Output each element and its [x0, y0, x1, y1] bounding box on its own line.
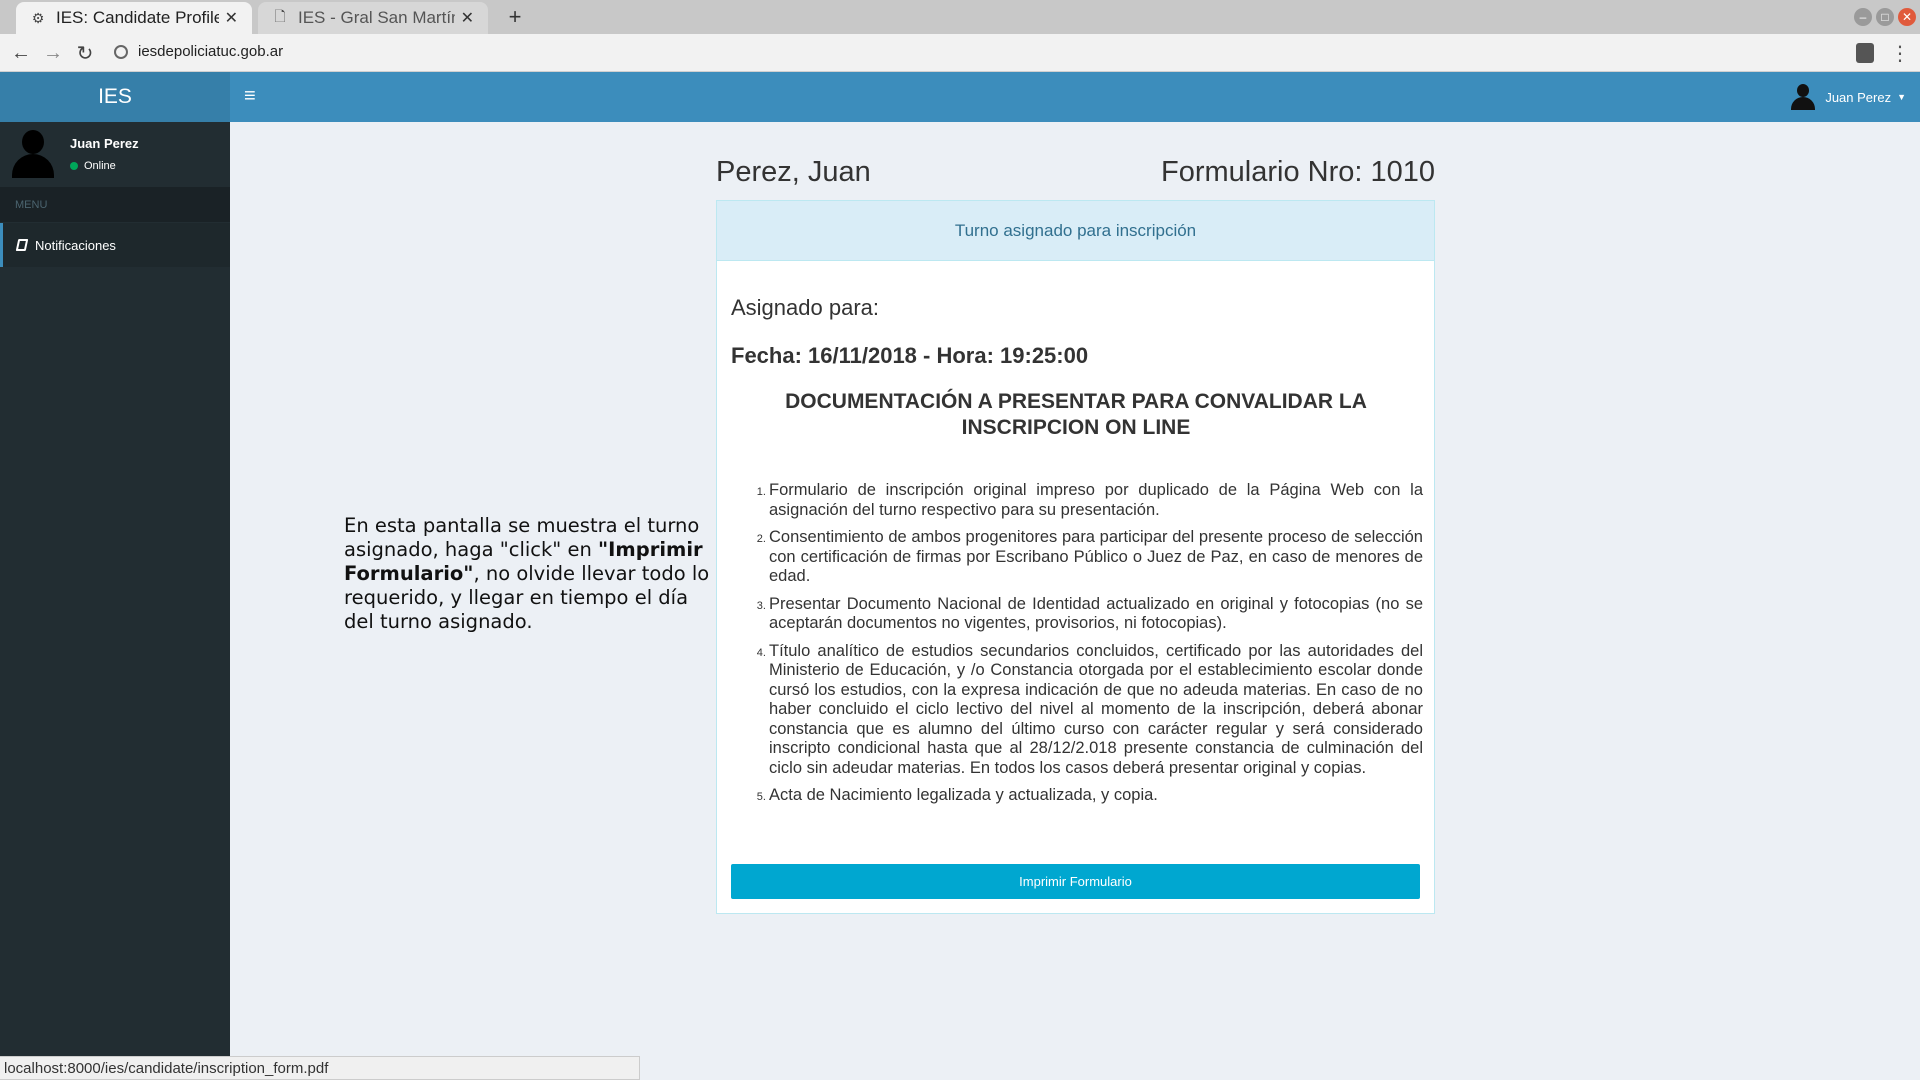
sidebar-item-notificaciones[interactable]: Notificaciones — [0, 223, 230, 267]
status-bar-url: localhost:8000/ies/candidate/inscription… — [0, 1056, 640, 1080]
book-icon — [15, 239, 29, 251]
list-item: Título analítico de estudios secundarios… — [769, 642, 1423, 779]
site-favicon-icon: ⚙ — [31, 9, 45, 26]
extension-icon[interactable] — [1856, 43, 1874, 63]
assigned-label: Asignado para: — [731, 295, 879, 320]
sidebar-user-name: Juan Perez — [70, 136, 139, 151]
list-item: Presentar Documento Nacional de Identida… — [769, 595, 1423, 634]
online-status-icon — [70, 162, 78, 170]
form-number: Formulario Nro: 1010 — [1161, 156, 1435, 188]
browser-tab-active[interactable]: ⚙ IES: Candidate Profile ✕ — [16, 2, 252, 34]
appointment-panel: Turno asignado para inscripción Asignado… — [716, 200, 1435, 914]
minimize-window-button[interactable]: – — [1854, 8, 1872, 26]
tutorial-annotation: En esta pantalla se muestra el turno asi… — [344, 514, 710, 634]
requirements-list: Formulario de inscripción original impre… — [769, 481, 1423, 814]
reload-button[interactable]: ↻ — [72, 40, 98, 66]
status-text: Online — [84, 160, 116, 172]
tab-title: IES: Candidate Profile — [56, 8, 219, 27]
tab-title: IES - Gral San Martín - Po — [298, 8, 455, 27]
tab-close-icon[interactable]: ✕ — [461, 8, 474, 28]
sidebar-item-label: Notificaciones — [35, 237, 116, 253]
maximize-window-button[interactable]: □ — [1876, 8, 1894, 26]
browser-tab-bar: ⚙ IES: Candidate Profile ✕ 🗋 IES - Gral … — [0, 0, 1920, 34]
list-item: Formulario de inscripción original impre… — [769, 481, 1423, 520]
document-favicon-icon: 🗋 — [274, 8, 286, 24]
user-status: Online — [70, 160, 116, 172]
caret-down-icon: ▼ — [1897, 92, 1906, 102]
sidebar-user-panel: Juan Perez Online — [0, 122, 230, 187]
close-window-button[interactable]: ✕ — [1898, 8, 1916, 26]
user-menu-dropdown[interactable]: Juan Perez ▼ — [1791, 84, 1906, 110]
list-item: Acta de Nacimiento legalizada y actualiz… — [769, 786, 1423, 806]
print-form-button[interactable]: Imprimir Formulario — [731, 864, 1420, 899]
browser-toolbar: ← → ↻ iesdepoliciatuc.gob.ar ⋮ — [0, 34, 1920, 72]
tab-close-icon[interactable]: ✕ — [225, 8, 238, 28]
app-logo[interactable]: IES — [0, 72, 230, 122]
browser-tab[interactable]: 🗋 IES - Gral San Martín - Po ✕ — [258, 2, 488, 34]
back-button[interactable]: ← — [8, 40, 34, 66]
sidebar: Juan Perez Online MENU Notificaciones — [0, 122, 230, 1080]
browser-menu-button[interactable]: ⋮ — [1890, 40, 1910, 66]
menu-header: MENU — [0, 187, 230, 222]
documentation-title: DOCUMENTACIÓN A PRESENTAR PARA CONVALIDA… — [785, 390, 1367, 439]
panel-heading: Turno asignado para inscripción — [717, 201, 1434, 261]
assigned-date: Fecha: 16/11/2018 - Hora: 19:25:00 — [731, 343, 1089, 368]
address-bar[interactable]: iesdepoliciatuc.gob.ar — [114, 43, 283, 60]
url-text: iesdepoliciatuc.gob.ar — [138, 43, 284, 60]
candidate-name: Perez, Juan — [716, 156, 871, 188]
avatar — [12, 130, 54, 178]
user-menu-name: Juan Perez — [1825, 89, 1892, 105]
top-navbar: ≡ Juan Perez ▼ — [230, 72, 1920, 122]
sidebar-toggle-icon[interactable]: ≡ — [244, 85, 256, 108]
forward-button[interactable]: → — [40, 40, 66, 66]
user-avatar-icon — [1791, 84, 1816, 110]
new-tab-button[interactable]: + — [504, 4, 526, 30]
site-info-icon[interactable] — [114, 44, 128, 59]
list-item: Consentimiento de ambos progenitores par… — [769, 528, 1423, 587]
